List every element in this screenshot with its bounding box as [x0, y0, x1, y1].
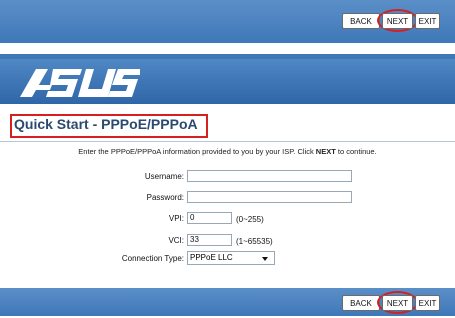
page-description: Enter the PPPoE/PPPoA information provid…	[0, 147, 455, 156]
connection-type-select[interactable]: PPPoE LLC	[187, 251, 275, 265]
description-bold: NEXT	[315, 147, 336, 156]
vci-label: VCI:	[168, 236, 184, 245]
next-button[interactable]: NEXT	[382, 13, 413, 29]
username-label: Username:	[144, 172, 184, 181]
top-nav-bar: BACK NEXT EXIT	[0, 0, 455, 43]
vpi-field[interactable]: 0	[187, 212, 232, 224]
connection-type-value: PPPoE LLC	[190, 253, 233, 262]
page-title: Quick Start - PPPoE/PPPoA	[14, 116, 198, 132]
vpi-hint: (0~255)	[236, 215, 264, 224]
bottom-nav-bar: BACK NEXT EXIT	[0, 288, 455, 316]
back-button[interactable]: BACK	[342, 13, 380, 29]
exit-button-bottom[interactable]: EXIT	[415, 295, 440, 311]
password-label: Password:	[146, 193, 184, 202]
vci-field[interactable]: 33	[187, 234, 232, 246]
description-text: Enter the PPPoE/PPPoA information provid…	[78, 147, 316, 156]
username-field[interactable]	[187, 170, 352, 182]
title-divider	[0, 141, 455, 142]
connection-type-label: Connection Type:	[121, 254, 184, 263]
vci-hint: (1~65535)	[236, 237, 273, 246]
next-button-bottom[interactable]: NEXT	[382, 295, 413, 311]
exit-button[interactable]: EXIT	[415, 13, 440, 29]
description-suffix: to continue.	[335, 147, 377, 156]
chevron-down-icon	[262, 257, 268, 261]
password-field[interactable]	[187, 191, 352, 203]
back-button-bottom[interactable]: BACK	[342, 295, 380, 311]
vpi-label: VPI:	[168, 214, 184, 223]
asus-logo	[20, 69, 140, 97]
